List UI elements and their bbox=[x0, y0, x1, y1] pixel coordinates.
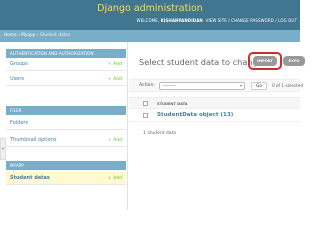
action-select-value: --------- bbox=[163, 83, 176, 88]
sidebar-item-label[interactable]: Groups bbox=[10, 61, 28, 67]
actions-bar: Action: --------- ▾ Go 0 of 1 selected bbox=[129, 79, 304, 92]
add-users-link[interactable]: + Add bbox=[108, 73, 122, 86]
username: KISHANPANDIDAN bbox=[160, 18, 203, 23]
add-thumbnail-options-link[interactable]: + Add bbox=[108, 134, 122, 147]
main-content: Select student data to change IMPORT EXP… bbox=[129, 42, 305, 210]
sidebar-toggle-button[interactable]: « bbox=[0, 138, 6, 160]
nav-sidebar: AUTHENTICATION AND AUTHORIZATION Groups … bbox=[0, 42, 128, 210]
sidebar-item-student-datas[interactable]: Student datas + Add bbox=[6, 172, 126, 185]
site-header: Django administration WELCOME, KISHANPAN… bbox=[0, 0, 300, 30]
add-groups-link[interactable]: + Add bbox=[108, 58, 122, 71]
sidebar-item-label[interactable]: Student datas bbox=[10, 175, 50, 181]
module-header-myapp[interactable]: MYAPP bbox=[6, 161, 126, 170]
select-all-checkbox[interactable] bbox=[143, 101, 148, 106]
add-student-data-link[interactable]: + Add bbox=[108, 172, 122, 185]
import-highlight-annotation bbox=[248, 52, 282, 70]
sidebar-item-groups[interactable]: Groups + Add bbox=[6, 58, 126, 71]
selection-counter: 0 of 1 selected bbox=[272, 83, 304, 88]
sidebar-item-users[interactable]: Users + Add bbox=[6, 73, 126, 86]
sidebar-item-label[interactable]: Thumbnail options bbox=[10, 137, 56, 143]
chevron-down-icon: ▾ bbox=[239, 83, 242, 88]
site-brand[interactable]: Django administration bbox=[0, 3, 300, 14]
sidebar-item-thumbnail-options[interactable]: Thumbnail options + Add bbox=[6, 134, 126, 147]
result-count: 1 student data bbox=[143, 131, 177, 136]
page-title: Select student data to change bbox=[139, 57, 263, 67]
table-header: STUDENT DATA bbox=[129, 97, 300, 109]
action-select[interactable]: --------- ▾ bbox=[159, 82, 245, 90]
module-header-auth[interactable]: AUTHENTICATION AND AUTHORIZATION bbox=[6, 49, 126, 58]
change-password-link[interactable]: CHANGE PASSWORD bbox=[231, 18, 274, 23]
breadcrumb-home[interactable]: Home bbox=[4, 33, 17, 38]
export-button[interactable]: EXPO bbox=[283, 56, 305, 66]
view-site-link[interactable]: VIEW SITE bbox=[206, 18, 227, 23]
breadcrumb-current: Student datas bbox=[39, 33, 71, 38]
sidebar-item-label[interactable]: Users bbox=[10, 76, 24, 82]
go-button[interactable]: Go bbox=[251, 82, 267, 90]
action-label: Action: bbox=[139, 83, 155, 88]
logout-link[interactable]: LOG OUT bbox=[278, 18, 297, 23]
student-data-link[interactable]: StudentData object (13) bbox=[157, 112, 233, 118]
sidebar-item-label[interactable]: Folders bbox=[10, 120, 28, 126]
welcome-text: WELCOME, bbox=[136, 18, 161, 23]
breadcrumb: Home › Myapp › Student datas bbox=[0, 30, 300, 42]
sidebar-item-folders[interactable]: Folders bbox=[6, 117, 126, 130]
table-row: StudentData object (13) bbox=[129, 109, 300, 122]
column-header-student-data[interactable]: STUDENT DATA bbox=[157, 102, 188, 106]
module-header-filer[interactable]: FILER bbox=[6, 106, 126, 115]
user-tools: WELCOME, KISHANPANDIDAN. VIEW SITE / CHA… bbox=[136, 18, 297, 23]
row-checkbox[interactable] bbox=[143, 113, 148, 118]
breadcrumb-myapp[interactable]: Myapp bbox=[21, 33, 35, 38]
